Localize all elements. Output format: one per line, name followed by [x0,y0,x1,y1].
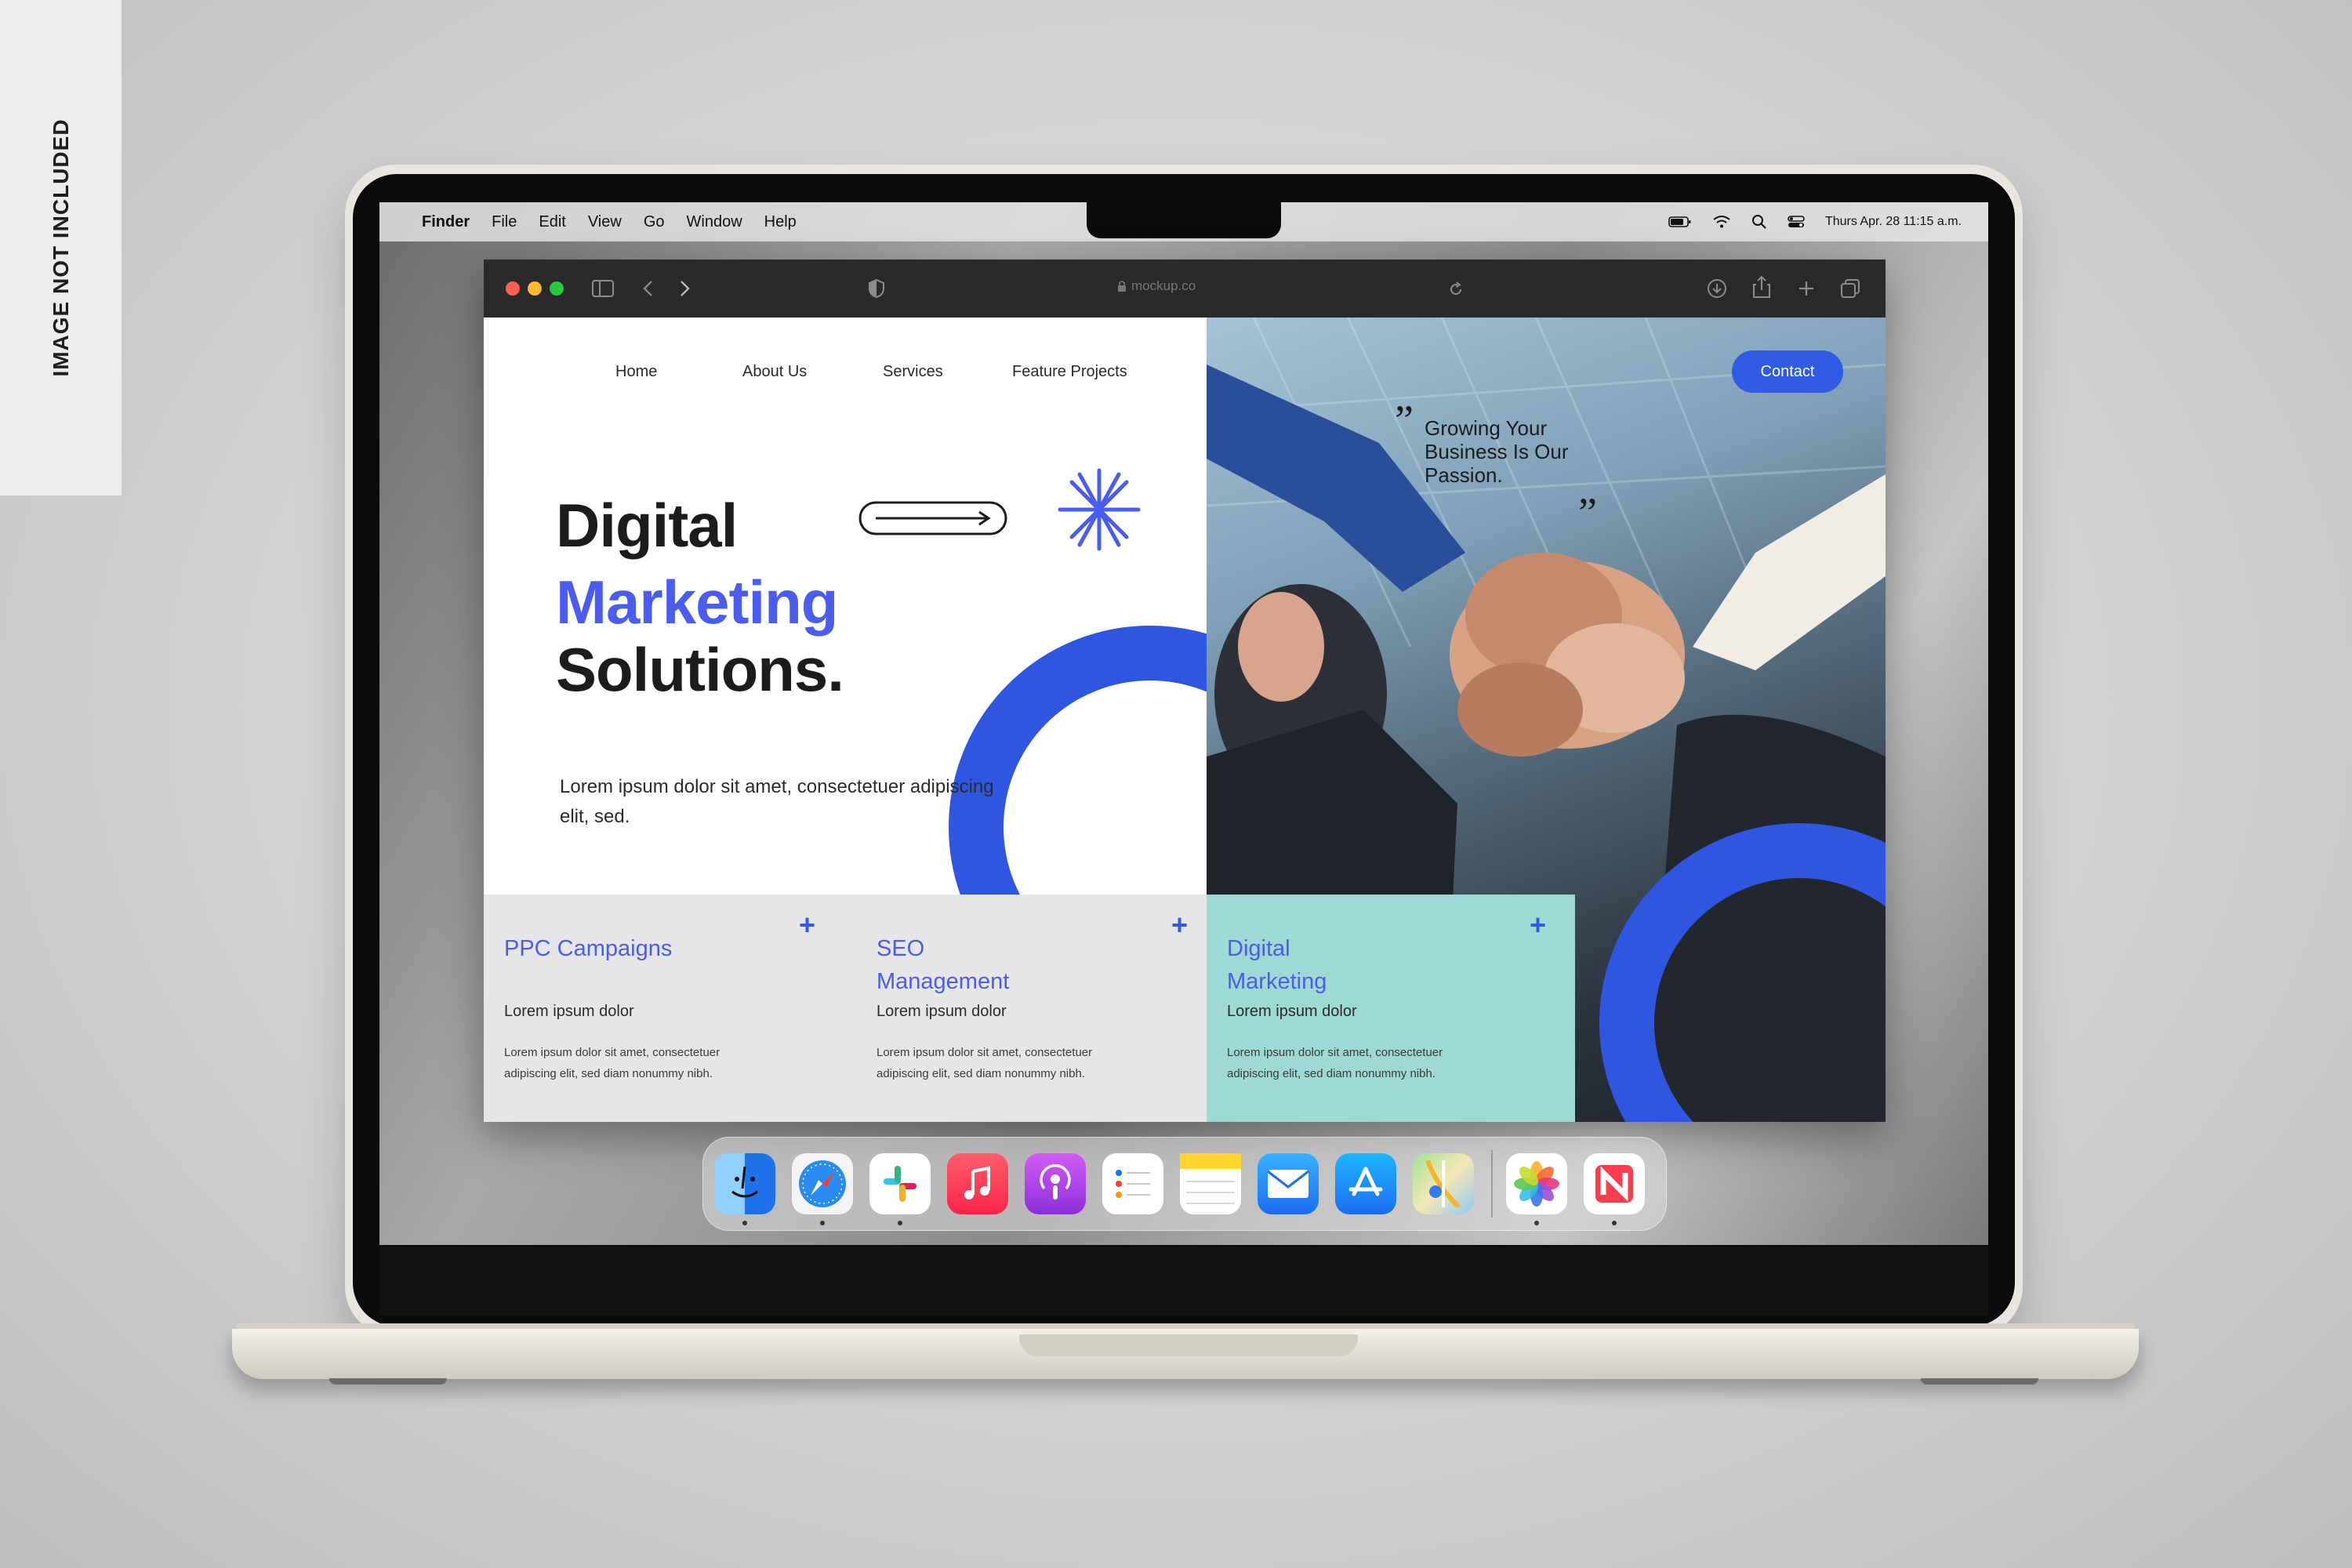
sidebar-toggle-icon[interactable] [592,280,614,297]
card-body: Lorem ipsum dolor sit amet, consectetuer… [504,1046,720,1080]
nav-feature-projects[interactable]: Feature Projects [1012,363,1127,381]
menu-bar-status-area: Thurs Apr. 28 11:15 a.m. [1668,202,1962,241]
privacy-shield-icon[interactable] [868,278,885,299]
running-indicator [820,1221,825,1225]
quote-close-mark: ” [1578,489,1597,536]
browser-toolbar: mockup.co [484,260,1886,318]
search-icon[interactable] [1751,214,1767,230]
maps-icon[interactable] [1413,1153,1474,1214]
battery-icon[interactable] [1668,216,1692,228]
arrow-pill-icon[interactable] [858,499,1011,537]
forward-icon[interactable] [678,280,691,297]
menu-file[interactable]: File [492,213,517,231]
finder-icon[interactable] [714,1153,775,1214]
running-indicator [1612,1221,1617,1225]
service-card-digital-marketing[interactable]: Digital Marketing Lorem ipsum dolor Lore… [1207,895,1575,1122]
quote-text: Growing Your Business Is Our Passion. [1425,416,1569,487]
dock [702,1137,1667,1231]
browser-window: mockup.co Home About Us Services Feature… [484,260,1886,1122]
screen-chin [379,1247,1988,1316]
menu-app-name[interactable]: Finder [422,213,470,231]
card-subtitle: Lorem ipsum dolor [877,1003,1007,1020]
nav-home[interactable]: Home [615,363,657,381]
menu-edit[interactable]: Edit [539,213,565,231]
card-body: Lorem ipsum dolor sit amet, consectetuer… [1227,1046,1443,1080]
plus-icon[interactable]: + [1530,909,1546,942]
card-subtitle: Lorem ipsum dolor [504,1003,634,1020]
photos-icon[interactable] [1506,1153,1567,1214]
plus-icon[interactable]: + [799,909,815,942]
url-field[interactable]: mockup.co [1131,278,1196,294]
mail-icon[interactable] [1258,1153,1319,1214]
contact-button[interactable]: Contact [1732,350,1843,393]
menu-go[interactable]: Go [644,213,665,231]
close-button[interactable] [506,281,520,296]
hero-title-line-1: Digital [556,491,738,560]
share-icon[interactable] [1752,275,1771,299]
menu-help[interactable]: Help [764,213,797,231]
image-not-included-tag: IMAGE NOT INCLUDED [0,0,122,495]
minimize-button[interactable] [528,281,542,296]
running-indicator [742,1221,747,1225]
hero-title-line-3: Solutions. [556,635,844,704]
card-title: SEO Management [877,936,1010,994]
zoom-button[interactable] [550,281,564,296]
card-title: Digital Marketing [1227,936,1327,994]
new-tab-icon[interactable] [1798,280,1815,297]
back-icon[interactable] [642,280,655,297]
card-body: Lorem ipsum dolor sit amet, consectetuer… [877,1046,1093,1080]
camera-notch [1087,202,1281,238]
hero-title-line-2: Marketing [556,568,838,637]
asterisk-star-icon [1058,468,1141,551]
slack-icon[interactable] [869,1153,931,1214]
screen: Finder File Edit View Go Window Help Thu… [379,202,1988,1245]
plus-icon[interactable]: + [1171,909,1188,942]
nav-about-us[interactable]: About Us [742,363,807,381]
menu-window[interactable]: Window [687,213,742,231]
reminders-icon[interactable] [1102,1153,1163,1214]
card-title: PPC Campaigns [504,936,673,961]
quote-open-mark: ” [1395,397,1414,444]
music-icon[interactable] [947,1153,1008,1214]
wifi-icon[interactable] [1712,215,1731,229]
laptop-foot-right [1921,1378,2038,1385]
menu-datetime[interactable]: Thurs Apr. 28 11:15 a.m. [1825,215,1962,229]
podcasts-icon[interactable] [1025,1153,1086,1214]
news-icon[interactable] [1584,1153,1645,1214]
notes-icon[interactable] [1180,1153,1241,1214]
watermark-text: IMAGE NOT INCLUDED [49,118,73,377]
service-card-ppc[interactable]: PPC Campaigns Lorem ipsum dolor Lorem ip… [484,895,856,1122]
app-store-icon[interactable] [1335,1153,1396,1214]
lock-icon [1118,281,1126,292]
laptop-foot-left [329,1378,447,1385]
service-card-seo[interactable]: SEO Management Lorem ipsum dolor Lorem i… [856,895,1207,1122]
running-indicator [1534,1221,1539,1225]
download-icon[interactable] [1707,278,1727,299]
card-subtitle: Lorem ipsum dolor [1227,1003,1357,1020]
safari-icon[interactable] [792,1153,853,1214]
nav-services[interactable]: Services [883,363,943,381]
laptop-thumb-notch [1019,1334,1358,1356]
dock-separator [1491,1150,1493,1218]
tab-overview-icon[interactable] [1840,278,1860,299]
hero-subtitle: Lorem ipsum dolor sit amet, consectetuer… [560,776,994,827]
reload-icon[interactable] [1448,281,1464,297]
running-indicator [898,1221,902,1225]
web-page: Home About Us Services Feature Projects … [484,318,1886,1122]
control-center-icon[interactable] [1788,215,1805,229]
menu-view[interactable]: View [588,213,622,231]
